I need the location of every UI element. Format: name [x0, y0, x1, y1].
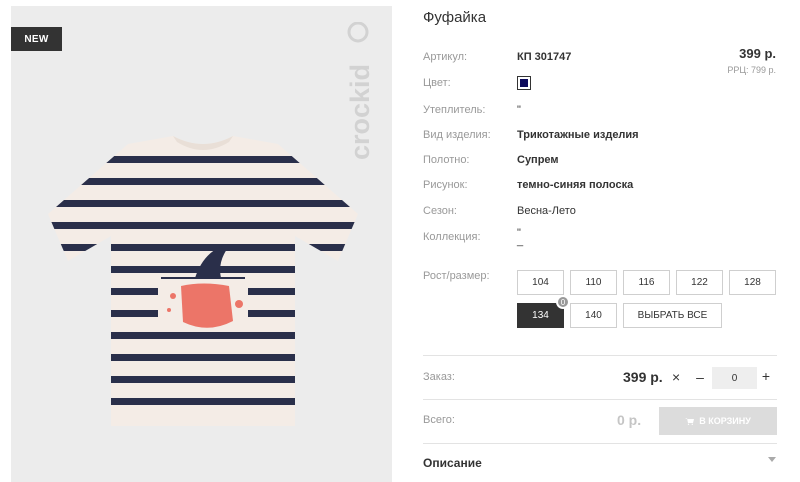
attr-label: Коллекция:	[423, 231, 481, 243]
attr-value: темно-синяя полоска	[517, 179, 634, 191]
qty-plus-button[interactable]: +	[760, 368, 772, 384]
description-toggle[interactable]: Описание	[423, 456, 482, 470]
add-to-cart-button[interactable]: В КОРЗИНУ	[659, 407, 777, 435]
cart-icon	[685, 418, 695, 425]
color-swatch[interactable]	[517, 76, 531, 90]
attr-value: Весна-Лето	[517, 205, 576, 217]
sizes-label: Рост/размер:	[423, 270, 490, 282]
divider	[423, 399, 777, 400]
add-to-cart-label: В КОРЗИНУ	[699, 416, 751, 426]
tshirt-image	[48, 136, 358, 426]
new-badge: NEW	[11, 27, 62, 51]
order-price: 399 р.	[623, 369, 663, 385]
size-button-104[interactable]: 104	[517, 270, 564, 295]
attr-value: КП 301747	[517, 51, 572, 63]
total-label: Всего:	[423, 414, 455, 426]
attr-label: Рисунок:	[423, 179, 468, 191]
chevron-down-icon[interactable]	[768, 457, 776, 463]
attr-label: Артикул:	[423, 51, 468, 63]
product-title: Фуфайка	[423, 9, 487, 26]
size-button-122[interactable]: 122	[676, 270, 723, 295]
attr-label: Утеплитель:	[423, 104, 486, 116]
size-button-128[interactable]: 128	[729, 270, 776, 295]
total-value: 0 р.	[617, 412, 642, 428]
attr-label: Вид изделия:	[423, 129, 491, 141]
size-count-badge: 0	[556, 295, 570, 309]
divider	[423, 443, 777, 444]
attr-label: Полотно:	[423, 154, 470, 166]
attr-value: Трикотажные изделия	[517, 129, 639, 141]
qty-minus-button[interactable]: –	[694, 369, 706, 385]
size-button-116[interactable]: 116	[623, 270, 670, 295]
attr-label: Цвет:	[423, 77, 451, 89]
remove-order-icon[interactable]: ×	[672, 369, 680, 385]
attr-value: "	[517, 104, 521, 116]
product-price: 399 р.	[739, 46, 776, 61]
size-button-110[interactable]: 110	[570, 270, 617, 295]
color-swatch-fill	[520, 79, 528, 87]
product-image-panel: NEW crockid	[11, 6, 392, 482]
select-all-sizes-button[interactable]: ВЫБРАТЬ ВСЕ	[623, 303, 722, 328]
attr-value: Супрем	[517, 154, 559, 166]
order-label: Заказ:	[423, 371, 455, 383]
product-rrp: РРЦ: 799 р.	[727, 65, 776, 75]
qty-input[interactable]	[712, 367, 757, 389]
attr-label: Сезон:	[423, 205, 457, 217]
size-button-140[interactable]: 140	[570, 303, 617, 328]
attr-value: " _	[517, 227, 524, 247]
divider	[423, 355, 777, 356]
